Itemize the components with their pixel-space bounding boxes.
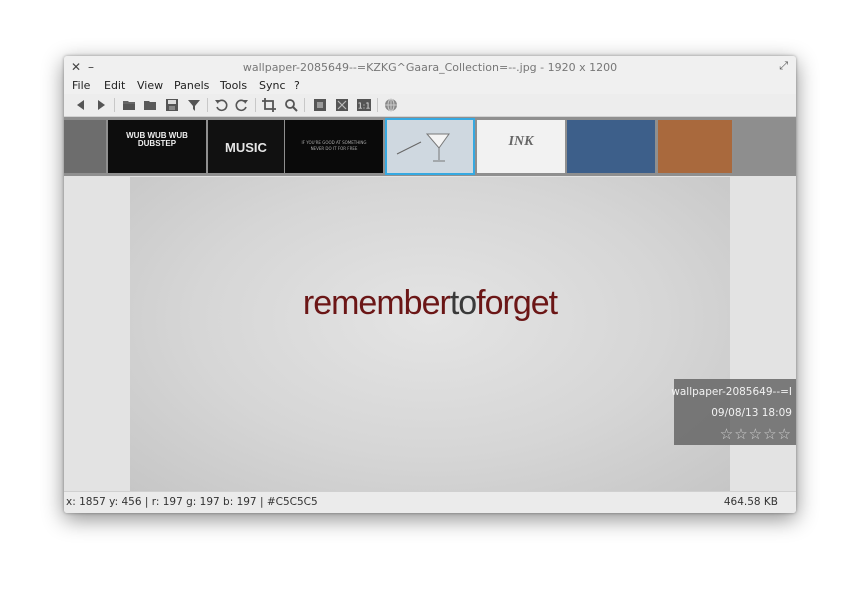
actual-size-label: 1:1	[358, 102, 371, 111]
thumbnail[interactable]: INK	[477, 120, 565, 173]
folder-icon[interactable]	[143, 98, 157, 112]
menu-edit[interactable]: Edit	[104, 79, 125, 92]
back-icon[interactable]	[74, 98, 88, 112]
zoom-icon[interactable]	[284, 98, 298, 112]
glass-drawing-icon	[396, 133, 450, 162]
toolbar: 1:1	[64, 94, 796, 117]
thumbnail-selected[interactable]	[385, 118, 475, 175]
fullscreen-icon[interactable]	[335, 98, 349, 112]
rating-stars[interactable]: ☆☆☆☆☆	[720, 425, 792, 443]
status-bar: x: 1857 y: 456 | r: 197 g: 197 b: 197 | …	[64, 491, 796, 513]
toolbar-separator	[304, 98, 305, 112]
thumbnail[interactable]	[658, 120, 732, 173]
wallpaper-image: remembertoforget	[130, 177, 730, 492]
thumbnail-text: MUSIC	[225, 140, 267, 155]
image-info-overlay: wallpaper-2085649--=I 09/08/13 18:09 ☆☆☆…	[671, 379, 796, 445]
wallpaper-tagline: remembertoforget	[130, 284, 730, 323]
thumbnail-text: INK	[508, 134, 534, 149]
folder-open-icon[interactable]	[122, 98, 136, 112]
filter-icon[interactable]	[187, 98, 201, 112]
actual-size-icon[interactable]: 1:1	[357, 98, 371, 112]
pixel-info: x: 1857 y: 456 | r: 197 g: 197 b: 197 | …	[66, 496, 318, 508]
thumbnail-text: IF YOU'RE GOOD AT SOMETHING NEVER DO IT …	[301, 140, 367, 151]
window-title: wallpaper-2085649--=KZKG^Gaara_Collectio…	[242, 61, 618, 74]
menu-help[interactable]: ?	[294, 79, 300, 92]
thumbnail[interactable]: WUB WUB WUB DUBSTEP	[108, 120, 206, 173]
info-datetime: 09/08/13 18:09	[711, 407, 792, 419]
menu-view[interactable]: View	[137, 79, 163, 92]
thumbnail[interactable]	[567, 120, 655, 173]
thumbnail[interactable]	[64, 120, 106, 173]
toolbar-separator	[377, 98, 378, 112]
tagline-word-to: to	[449, 284, 477, 322]
crop-icon[interactable]	[262, 98, 276, 112]
toolbar-separator	[255, 98, 256, 112]
menu-file[interactable]: File	[72, 79, 90, 92]
thumbnail[interactable]	[734, 120, 796, 173]
tagline-word-remember: remember	[302, 284, 451, 322]
menu-panels[interactable]: Panels	[174, 79, 209, 92]
maximize-button[interactable]: ⤢	[779, 59, 788, 73]
menu-sync[interactable]: Sync	[259, 79, 286, 92]
thumbnail[interactable]: MUSIC	[208, 120, 284, 173]
save-icon[interactable]	[165, 98, 179, 112]
image-viewer-window: ✕ – wallpaper-2085649--=KZKG^Gaara_Colle…	[64, 56, 796, 513]
menu-bar: File Edit View Panels Tools Sync ?	[64, 76, 796, 94]
toolbar-separator	[114, 98, 115, 112]
forward-icon[interactable]	[94, 98, 108, 112]
thumbnail-strip: WUB WUB WUB DUBSTEP MUSIC IF YOU'RE GOOD…	[64, 117, 796, 176]
info-filename: wallpaper-2085649--=I	[671, 386, 792, 398]
rotate-right-icon[interactable]	[235, 98, 249, 112]
file-size: 464.58 KB	[723, 496, 778, 508]
tagline-word-forget: forget	[476, 284, 558, 322]
web-icon[interactable]	[384, 98, 398, 112]
thumbnail-text: WUB WUB WUB DUBSTEP	[126, 131, 188, 148]
toolbar-separator	[207, 98, 208, 112]
menu-tools[interactable]: Tools	[220, 79, 247, 92]
thumbnail[interactable]: IF YOU'RE GOOD AT SOMETHING NEVER DO IT …	[285, 120, 383, 173]
rotate-left-icon[interactable]	[214, 98, 228, 112]
title-bar: ✕ – wallpaper-2085649--=KZKG^Gaara_Colle…	[64, 56, 796, 78]
fit-window-icon[interactable]	[313, 98, 327, 112]
